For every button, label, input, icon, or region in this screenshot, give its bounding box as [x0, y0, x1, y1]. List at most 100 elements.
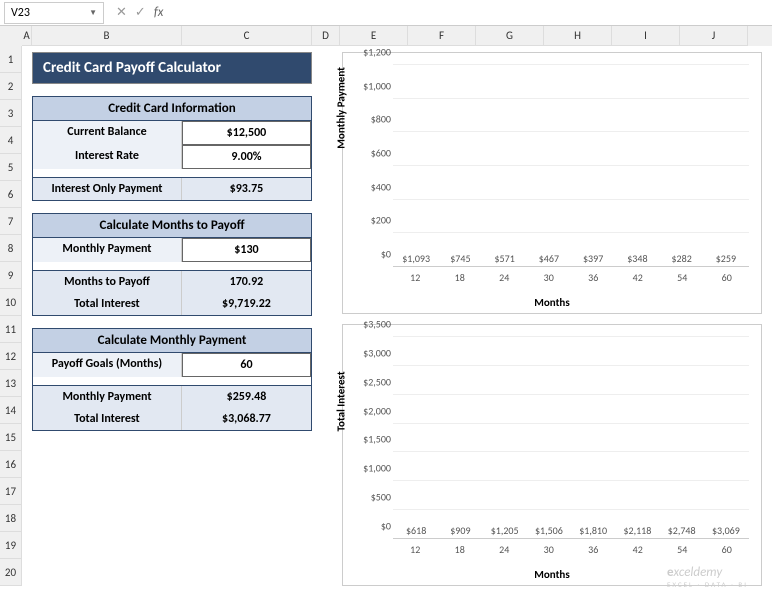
row-total-interest-2: Total Interest $3,068.77 [33, 408, 311, 430]
x-tick: 18 [438, 271, 483, 291]
chart-monthly-payment[interactable]: Monthly Payment$0$200$400$600$800$1,000$… [342, 52, 762, 314]
row-header-11[interactable]: 11 [0, 316, 22, 343]
col-header-I[interactable]: I [612, 26, 680, 46]
row-header-18[interactable]: 18 [0, 505, 22, 532]
value-input[interactable]: $12,500 [182, 121, 311, 145]
y-tick: $3,500 [363, 318, 391, 331]
row-header-15[interactable]: 15 [0, 424, 22, 451]
x-tick: 42 [616, 543, 661, 563]
label: Total Interest [33, 293, 182, 315]
bar-label: $282 [665, 252, 699, 265]
y-tick: $1,000 [363, 462, 391, 475]
y-axis: $0$500$1,000$1,500$2,000$2,500$3,000$3,5… [363, 337, 393, 539]
y-tick: $600 [371, 147, 391, 160]
spreadsheet[interactable]: 1234567891011121314151617181920 ABCDEFGH… [0, 26, 772, 586]
value-input[interactable]: 60 [182, 353, 311, 377]
row-header-14[interactable]: 14 [0, 397, 22, 424]
x-tick: 60 [705, 543, 750, 563]
row-header-16[interactable]: 16 [0, 451, 22, 478]
row-header-6[interactable]: 6 [0, 181, 22, 208]
name-box[interactable]: V23 ▼ [4, 2, 104, 24]
x-tick: 60 [705, 271, 750, 291]
col-header-A[interactable]: A [22, 26, 32, 46]
x-tick: 54 [660, 271, 705, 291]
x-tick: 42 [616, 271, 661, 291]
formula-input[interactable] [171, 2, 772, 24]
y-axis: $0$200$400$600$800$1,000$1,200 [363, 65, 393, 267]
x-tick: 36 [571, 543, 616, 563]
label: Payoff Goals (Months) [33, 353, 182, 377]
y-tick: $1,000 [363, 79, 391, 92]
row-interest-rate: Interest Rate 9.00% [33, 145, 311, 169]
y-tick: $200 [371, 214, 391, 227]
page-title: Credit Card Payoff Calculator [32, 52, 312, 84]
value-input[interactable]: $130 [182, 238, 311, 262]
row-header-13[interactable]: 13 [0, 370, 22, 397]
value: $93.75 [182, 178, 311, 200]
col-header-D[interactable]: D [312, 26, 340, 46]
x-tick: 36 [571, 271, 616, 291]
fx-icon[interactable]: fx [154, 5, 164, 20]
col-headers: ABCDEFGHIJ [22, 26, 772, 46]
row-header-1[interactable]: 1 [0, 46, 22, 73]
row-header-3[interactable]: 3 [0, 100, 22, 127]
y-tick: $500 [371, 491, 391, 504]
bar-label: $2,118 [620, 524, 654, 537]
bars: $1,093$745$571$467$397$348$282$259 [393, 65, 749, 267]
row-header-5[interactable]: 5 [0, 154, 22, 181]
accept-icon[interactable]: ✓ [135, 5, 146, 20]
y-tick: $2,500 [363, 375, 391, 388]
bars: $618$909$1,205$1,506$1,810$2,118$2,748$3… [393, 337, 749, 539]
col-header-B[interactable]: B [32, 26, 182, 46]
row-header-12[interactable]: 12 [0, 343, 22, 370]
row-header-4[interactable]: 4 [0, 127, 22, 154]
x-axis: 1218243036425460 [393, 271, 749, 291]
col-header-G[interactable]: G [476, 26, 544, 46]
x-tick: 30 [527, 543, 572, 563]
col-header-E[interactable]: E [340, 26, 408, 46]
col-header-H[interactable]: H [544, 26, 612, 46]
bar-label: $1,205 [488, 524, 522, 537]
bar-label: $1,506 [532, 524, 566, 537]
x-axis: 1218243036425460 [393, 543, 749, 563]
row-header-17[interactable]: 17 [0, 478, 22, 505]
y-tick: $0 [381, 520, 391, 533]
row-header-2[interactable]: 2 [0, 73, 22, 100]
section-header: Calculate Monthly Payment [33, 329, 311, 353]
y-tick: $1,200 [363, 46, 391, 59]
row-header-9[interactable]: 9 [0, 262, 22, 289]
x-tick: 12 [393, 543, 438, 563]
x-tick: 24 [482, 271, 527, 291]
chart-area: $618$909$1,205$1,506$1,810$2,118$2,748$3… [393, 337, 749, 539]
label: Interest Rate [33, 145, 182, 169]
y-tick: $1,500 [363, 433, 391, 446]
row-header-10[interactable]: 10 [0, 289, 22, 316]
col-header-F[interactable]: F [408, 26, 476, 46]
x-tick: 54 [660, 543, 705, 563]
chart-total-interest[interactable]: Total Interest$0$500$1,000$1,500$2,000$2… [342, 324, 762, 586]
label: Monthly Payment [33, 238, 182, 262]
chart-area: $1,093$745$571$467$397$348$282$259 [393, 65, 749, 267]
bar-label: $909 [443, 524, 477, 537]
cancel-icon[interactable]: ✕ [116, 5, 127, 20]
y-tick: $400 [371, 180, 391, 193]
x-tick: 18 [438, 543, 483, 563]
bar-label: $3,069 [709, 524, 743, 537]
col-header-J[interactable]: J [680, 26, 748, 46]
section-months-payoff: Calculate Months to Payoff Monthly Payme… [32, 213, 312, 316]
section-credit-info: Credit Card Information Current Balance … [32, 96, 312, 201]
section-header: Credit Card Information [33, 97, 311, 121]
row-header-8[interactable]: 8 [0, 235, 22, 262]
value: 170.92 [182, 271, 311, 293]
col-header-C[interactable]: C [182, 26, 312, 46]
value-input[interactable]: 9.00% [182, 145, 311, 169]
x-tick: 24 [482, 543, 527, 563]
x-tick: 30 [527, 271, 572, 291]
row-header-20[interactable]: 20 [0, 559, 22, 586]
row-header-7[interactable]: 7 [0, 208, 22, 235]
label: Total Interest [33, 408, 182, 430]
dropdown-icon[interactable]: ▼ [89, 8, 97, 18]
row-header-19[interactable]: 19 [0, 532, 22, 559]
row-payoff-goals: Payoff Goals (Months) 60 [33, 353, 311, 377]
section-header: Calculate Months to Payoff [33, 214, 311, 238]
